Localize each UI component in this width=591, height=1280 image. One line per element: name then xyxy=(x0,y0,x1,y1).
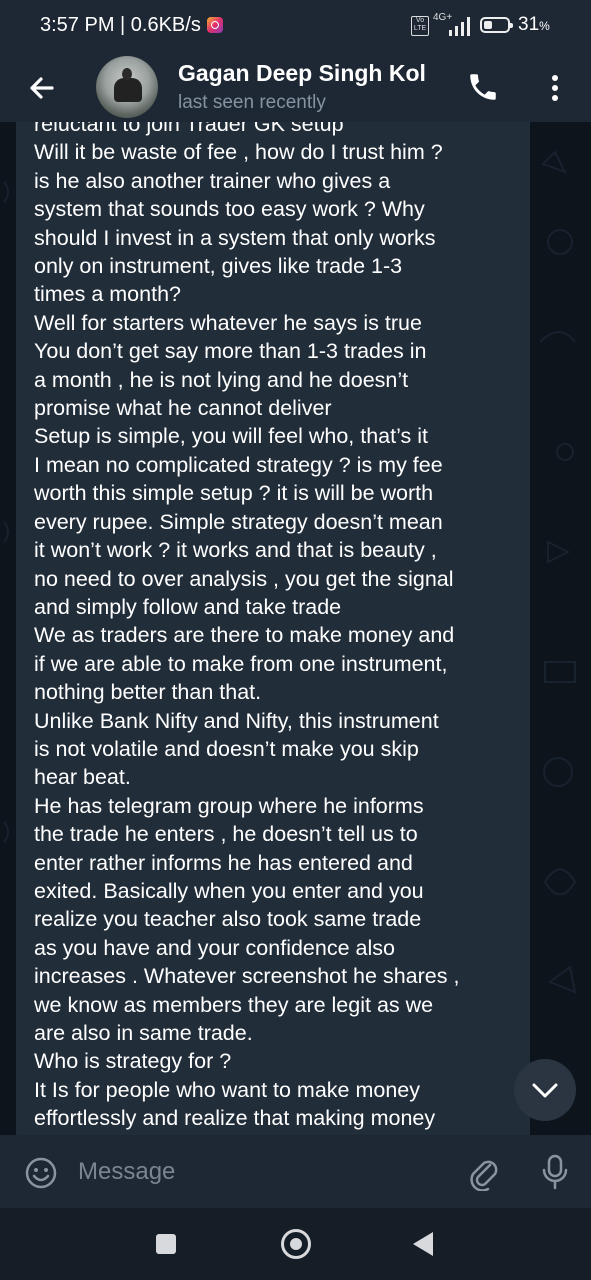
instagram-icon xyxy=(207,17,223,33)
more-vert-icon[interactable] xyxy=(540,70,570,106)
battery-percent: 31% xyxy=(518,14,550,35)
signal-icon xyxy=(449,17,470,36)
system-nav-bar xyxy=(0,1208,591,1280)
attach-icon[interactable] xyxy=(466,1153,500,1191)
back-icon[interactable] xyxy=(413,1232,433,1256)
status-bar: 3:57 PM | 0.6KB/s Vo LTE 4G+ 31% xyxy=(0,0,591,54)
battery-icon xyxy=(480,17,513,33)
phone-icon[interactable] xyxy=(466,70,500,104)
back-arrow-icon[interactable] xyxy=(22,68,62,108)
emoji-icon[interactable] xyxy=(24,1156,58,1190)
scroll-down-button[interactable] xyxy=(514,1059,576,1121)
message-input[interactable] xyxy=(76,1153,450,1191)
home-icon[interactable] xyxy=(281,1229,311,1259)
volte-icon: Vo LTE xyxy=(411,16,429,36)
chevron-down-icon xyxy=(532,1083,558,1098)
message-input-bar xyxy=(0,1135,591,1208)
message-text: reluctant to join Trader GK setup Will i… xyxy=(34,122,460,1131)
recents-icon[interactable] xyxy=(156,1234,176,1254)
chat-header: Gagan Deep Singh Kol last seen recently xyxy=(0,54,591,122)
status-time-speed: 3:57 PM | 0.6KB/s xyxy=(40,14,201,36)
mic-icon[interactable] xyxy=(540,1153,570,1191)
avatar[interactable] xyxy=(96,56,158,118)
contact-name[interactable]: Gagan Deep Singh Kol xyxy=(178,60,450,87)
chat-area[interactable]: reluctant to join Trader GK setup Will i… xyxy=(0,122,591,1135)
last-seen-status: last seen recently xyxy=(178,92,326,113)
